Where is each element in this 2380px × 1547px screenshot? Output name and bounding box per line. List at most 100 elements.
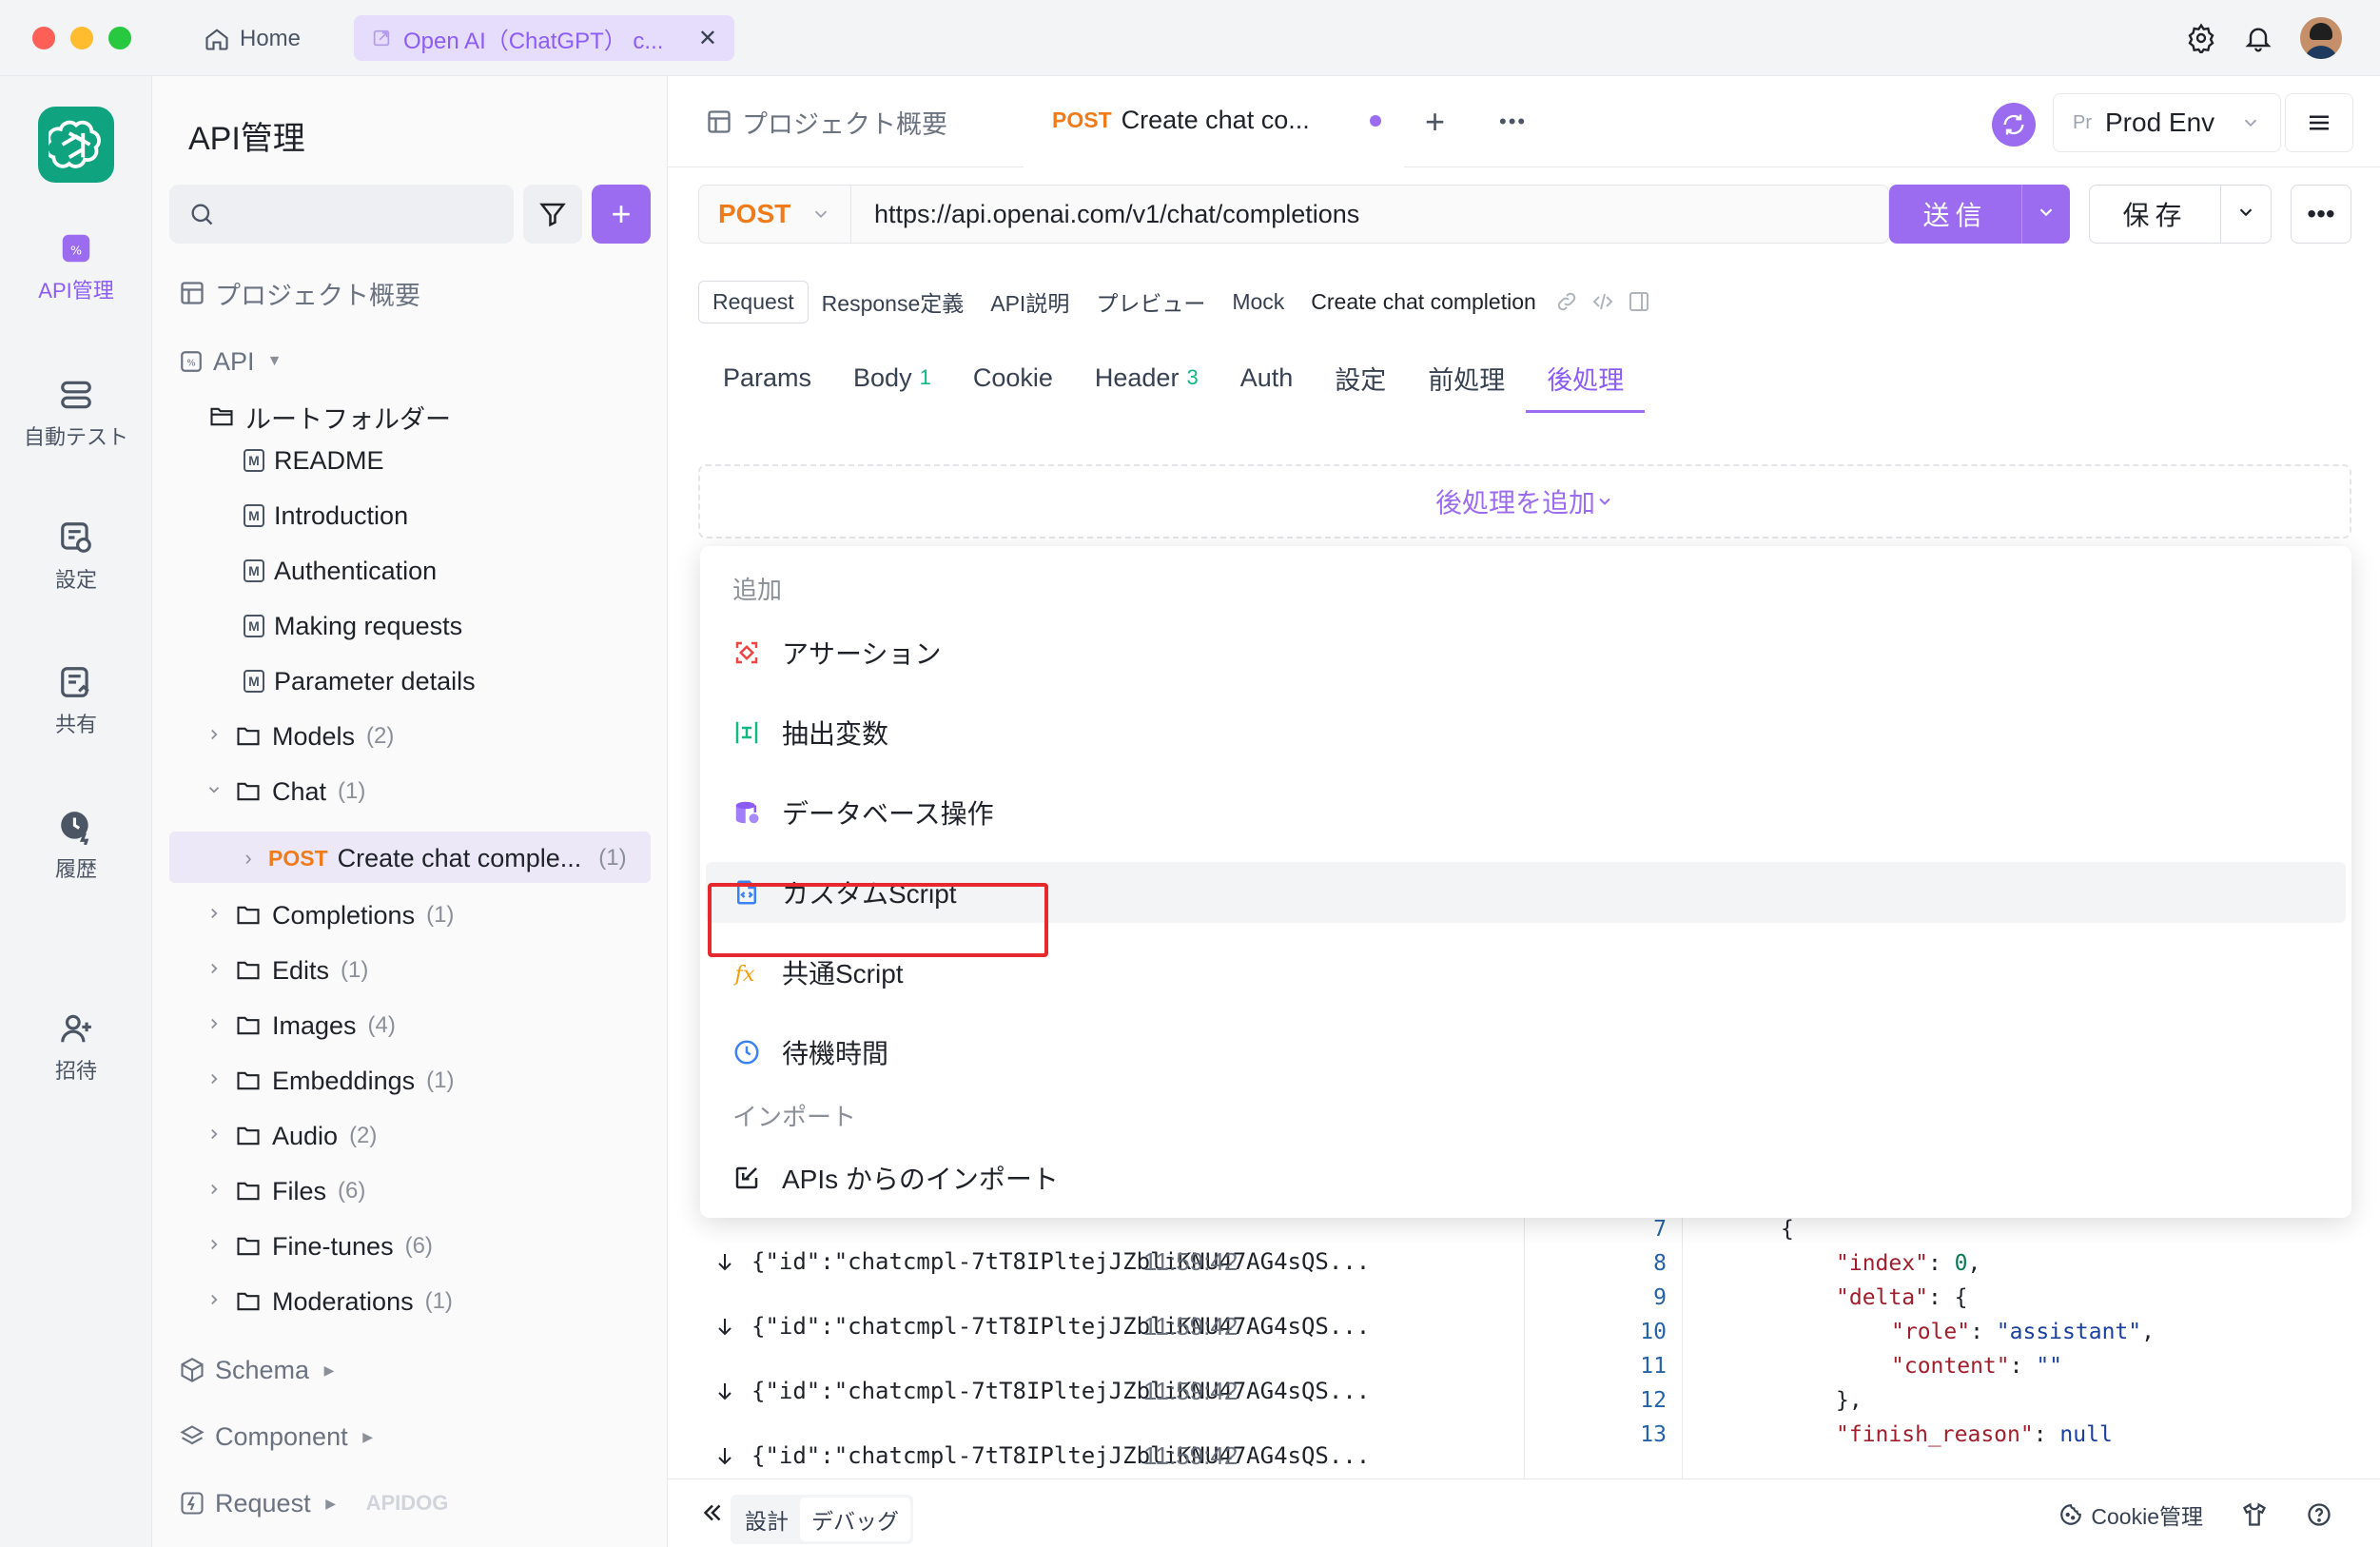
- tree-folder[interactable]: Completions (1): [204, 891, 454, 940]
- cookie-manager-button[interactable]: Cookie管理: [2058, 1498, 2203, 1531]
- rail-item-api-label: API管理: [38, 279, 114, 303]
- tree-folder[interactable]: Models (2): [204, 712, 394, 761]
- dropdown-item[interactable]: 待機時間: [706, 1022, 2346, 1083]
- request-subtab[interactable]: Response定義: [809, 278, 978, 325]
- param-tab[interactable]: Params: [702, 343, 832, 413]
- param-tab[interactable]: Header 3: [1074, 343, 1219, 413]
- save-button[interactable]: 保存: [2089, 185, 2272, 244]
- param-tab[interactable]: 前処理: [1407, 343, 1526, 413]
- tab-more-button[interactable]: •••: [1499, 76, 1527, 167]
- filter-button[interactable]: [523, 185, 582, 244]
- tree-api-root[interactable]: % API ▼: [179, 337, 285, 386]
- link-icon[interactable]: [1555, 290, 1578, 313]
- editor-tab-overview[interactable]: プロジェクト概要: [706, 76, 947, 167]
- save-dropdown-icon[interactable]: [2221, 199, 2271, 229]
- stream-event-row[interactable]: {"id":"chatcmpl-7tT8IPltejJZbliKNU47AG4s…: [713, 1372, 1370, 1410]
- tree-request[interactable]: Request ▶ APIDOG: [179, 1478, 448, 1528]
- rail-item-settings-label: 設定: [54, 568, 97, 592]
- rail-item-share[interactable]: 共有: [0, 664, 152, 738]
- stream-event-row[interactable]: {"id":"chatcmpl-7tT8IPltejJZbliKNU47AG4s…: [713, 1243, 1370, 1281]
- tree-doc-item[interactable]: M Introduction: [244, 491, 408, 540]
- request-more-button[interactable]: •••: [2291, 185, 2351, 244]
- param-tab[interactable]: Body 1: [832, 343, 952, 413]
- maximize-window-button[interactable]: [108, 27, 131, 49]
- chevron-right-icon: [204, 903, 224, 928]
- request-subtab[interactable]: API説明: [977, 278, 1083, 325]
- tree-root-folder[interactable]: ルートフォルダー: [207, 392, 451, 441]
- tree-folder[interactable]: Files (6): [204, 1166, 365, 1216]
- tree-folder[interactable]: Moderations (1): [204, 1277, 453, 1326]
- tree-doc-item[interactable]: M Making requests: [244, 601, 462, 651]
- markdown-icon: M: [244, 670, 264, 693]
- send-dropdown-icon[interactable]: [2022, 199, 2070, 229]
- user-avatar[interactable]: [2300, 17, 2342, 59]
- project-tab[interactable]: Open AI（ChatGPT） c... ✕: [354, 15, 734, 61]
- rail-item-settings[interactable]: 設定: [0, 519, 152, 594]
- rail-item-invite[interactable]: 招待: [0, 1010, 152, 1085]
- request-subtab[interactable]: プレビュー: [1083, 278, 1219, 325]
- mode-debug-button[interactable]: デバッグ: [800, 1498, 910, 1541]
- tree-doc-item[interactable]: M Parameter details: [244, 656, 476, 706]
- stream-event-row[interactable]: {"id":"chatcmpl-7tT8IPltejJZbliKNU47AG4s…: [713, 1307, 1370, 1345]
- tree-schema[interactable]: Schema ▶: [179, 1345, 340, 1395]
- stream-event-time: 11:59:42: [1143, 1376, 1239, 1405]
- param-tab[interactable]: Cookie: [952, 343, 1074, 413]
- tree-folder[interactable]: Edits (1): [204, 946, 368, 995]
- dropdown-item-import-apis[interactable]: APIs からのインポート: [706, 1147, 2346, 1208]
- environment-select[interactable]: Pr Prod Env: [2053, 93, 2281, 152]
- rail-item-history[interactable]: 履歴: [0, 809, 152, 883]
- rail-item-api[interactable]: % API管理: [0, 230, 152, 304]
- svg-text:%: %: [70, 243, 82, 257]
- collapse-left-icon[interactable]: [698, 1498, 727, 1527]
- tree-folder[interactable]: Fine-tunes (6): [204, 1222, 433, 1271]
- request-subtab[interactable]: Mock: [1219, 282, 1297, 323]
- tree-doc-item[interactable]: M README: [244, 436, 384, 485]
- sidebar-search-input[interactable]: [169, 185, 514, 244]
- panel-icon[interactable]: [1628, 290, 1650, 313]
- openai-logo: [38, 107, 114, 183]
- code-icon[interactable]: [1591, 290, 1614, 313]
- json-value: "": [2036, 1354, 2063, 1379]
- tree-folder[interactable]: Images (4): [204, 1001, 396, 1050]
- dropdown-item[interactable]: 抽出変数: [706, 702, 2346, 763]
- shirt-icon[interactable]: [2241, 1501, 2268, 1528]
- url-input[interactable]: https://api.openai.com/v1/chat/completio…: [851, 200, 1359, 229]
- dropdown-item[interactable]: アサーション: [706, 622, 2346, 683]
- tree-item-create-chat[interactable]: › POST Create chat comple... (1): [238, 833, 626, 883]
- add-button[interactable]: +: [592, 185, 651, 244]
- minimize-window-button[interactable]: [70, 27, 93, 49]
- tree-project-overview[interactable]: プロジェクト概要: [179, 268, 420, 318]
- tree-folder[interactable]: Chat (1): [204, 767, 365, 816]
- param-tab[interactable]: 後処理: [1526, 343, 1646, 413]
- param-tab[interactable]: Auth: [1219, 343, 1315, 413]
- close-tab-icon[interactable]: ✕: [698, 25, 717, 52]
- sync-button[interactable]: [1992, 103, 2036, 147]
- mode-design-button[interactable]: 設計: [733, 1498, 800, 1541]
- tree-folder[interactable]: Embeddings (1): [204, 1056, 454, 1106]
- tree-folder[interactable]: Audio (2): [204, 1111, 377, 1161]
- add-postprocess-button[interactable]: 後処理を追加: [698, 464, 2351, 539]
- bell-icon[interactable]: [2243, 23, 2273, 53]
- tree-doc-item[interactable]: M Authentication: [244, 546, 437, 596]
- tree-component[interactable]: Component ▶: [179, 1412, 379, 1461]
- send-button[interactable]: 送信: [1889, 185, 2070, 244]
- json-value: 0: [1954, 1251, 1968, 1276]
- new-tab-button[interactable]: +: [1425, 76, 1445, 167]
- close-window-button[interactable]: [32, 27, 55, 49]
- stream-event-row[interactable]: {"id":"chatcmpl-7tT8IPltejJZbliKNU47AG4s…: [713, 1437, 1370, 1475]
- tree-item-name: Create chat comple...: [337, 843, 582, 872]
- help-icon[interactable]: [2306, 1501, 2332, 1528]
- rail-item-autotest[interactable]: 自動テスト: [0, 377, 152, 451]
- json-key: "role": [1891, 1320, 1971, 1344]
- dropdown-item[interactable]: データベース操作: [706, 782, 2346, 843]
- method-select[interactable]: POST: [699, 186, 851, 243]
- tree-folder-count: (1): [424, 1288, 453, 1314]
- request-subtab[interactable]: Request: [698, 280, 809, 323]
- home-tab[interactable]: Home: [204, 19, 301, 59]
- hamburger-menu-button[interactable]: [2285, 93, 2353, 152]
- param-tab[interactable]: 設定: [1314, 343, 1407, 413]
- gear-icon[interactable]: [2186, 23, 2216, 53]
- editor-tab-create-chat[interactable]: POST Create chat co...: [1024, 76, 1404, 167]
- stream-event-text: {"id":"chatcmpl-7tT8IPltejJZbliKNU47AG4s…: [751, 1248, 1371, 1275]
- arrow-down-icon: [713, 1380, 736, 1402]
